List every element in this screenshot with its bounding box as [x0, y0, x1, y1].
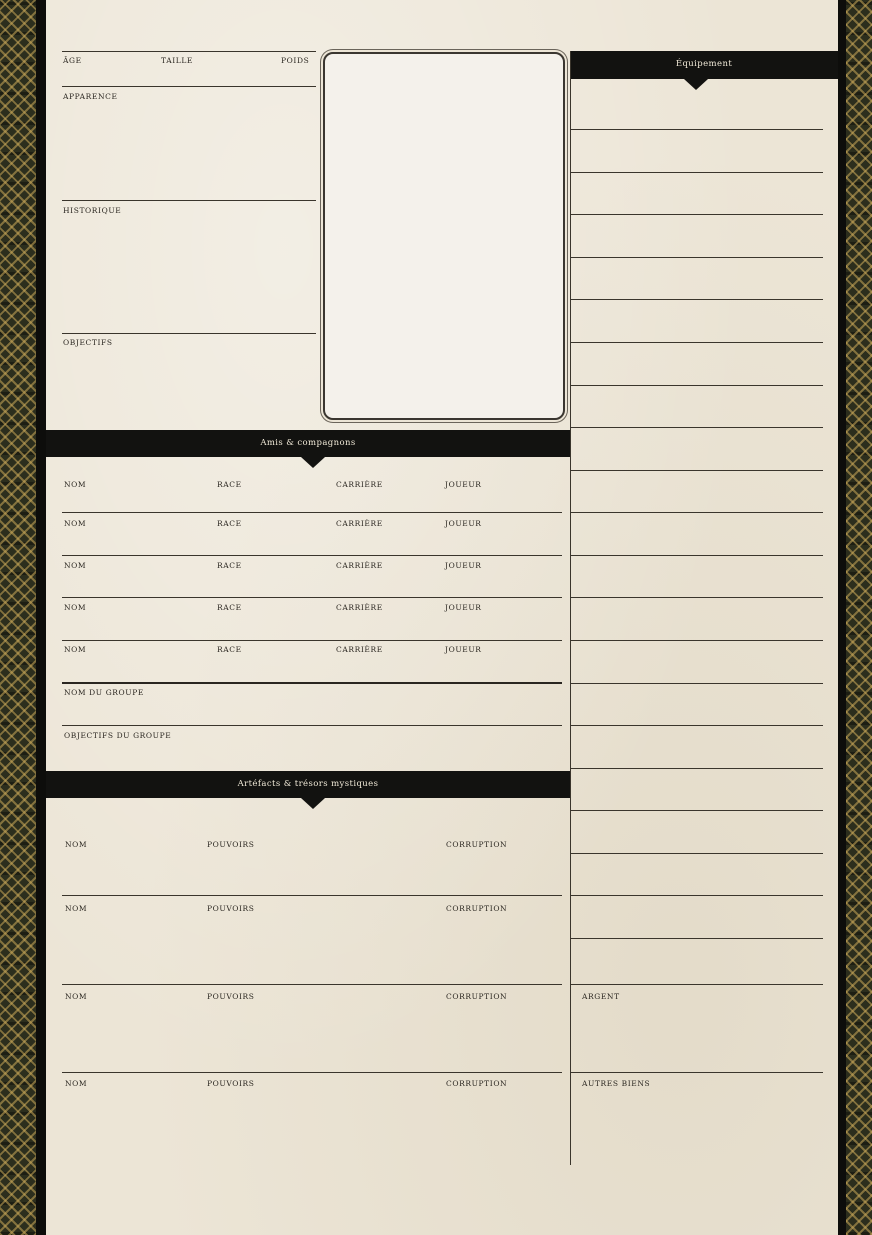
artefact-corruption-label: Corruption — [446, 840, 508, 849]
objectifs-groupe-label: Objectifs du groupe — [64, 731, 172, 740]
age-label: Âge — [63, 56, 82, 65]
compagnon-nom-label: Nom — [64, 561, 87, 570]
artefact-corruption-label: Corruption — [446, 904, 508, 913]
divider — [62, 512, 562, 513]
equipement-line — [571, 129, 823, 130]
artefact-corruption-label: Corruption — [446, 1079, 508, 1088]
compagnon-nom-label: Nom — [64, 519, 87, 528]
equipement-line — [571, 768, 823, 769]
compagnon-joueur-label: Joueur — [445, 603, 482, 612]
compagnon-nom-label: Nom — [64, 645, 87, 654]
divider — [62, 555, 562, 556]
divider — [62, 640, 562, 641]
amis-banner: Amis & compagnons — [46, 430, 570, 457]
nom-groupe-label: Nom du groupe — [64, 688, 144, 697]
compagnon-race-label: Race — [217, 480, 242, 489]
decorative-border-right — [846, 0, 872, 1235]
divider — [62, 1072, 562, 1073]
compagnon-race-label: Race — [217, 603, 242, 612]
compagnon-nom-label: Nom — [64, 603, 87, 612]
decorative-border-left — [0, 0, 36, 1235]
artefact-nom-label: Nom — [65, 992, 88, 1001]
artefact-nom-label: Nom — [65, 840, 88, 849]
equipement-title: Équipement — [675, 59, 733, 69]
divider — [62, 333, 316, 334]
compagnon-joueur-label: Joueur — [445, 519, 482, 528]
artefacts-banner: Artéfacts & trésors mystiques — [46, 771, 570, 798]
artefact-nom-label: Nom — [65, 904, 88, 913]
equipement-banner: Équipement — [570, 51, 838, 79]
equipement-line — [571, 214, 823, 215]
equipement-line — [571, 427, 823, 428]
historique-label: Historique — [63, 206, 122, 215]
divider — [62, 984, 562, 985]
taille-label: Taille — [161, 56, 194, 65]
equipement-line — [571, 984, 823, 985]
divider — [62, 597, 562, 598]
frame-left — [36, 0, 46, 1235]
autres-biens-label: Autres biens — [582, 1079, 651, 1088]
artefact-corruption-label: Corruption — [446, 992, 508, 1001]
compagnon-race-label: Race — [217, 561, 242, 570]
equipement-line — [571, 342, 823, 343]
amis-title: Amis & compagnons — [260, 438, 356, 448]
compagnon-carriere-label: Carrière — [336, 561, 383, 570]
artefact-pouvoirs-label: Pouvoirs — [207, 904, 255, 913]
compagnon-carriere-label: Carrière — [336, 480, 383, 489]
poids-label: Poids — [281, 56, 310, 65]
divider — [62, 86, 316, 87]
equipement-line — [571, 470, 823, 471]
frame-right — [838, 0, 846, 1235]
portrait-frame[interactable] — [323, 52, 565, 420]
equipement-line — [571, 257, 823, 258]
equipement-line — [571, 512, 823, 513]
equipement-line — [571, 385, 823, 386]
equipement-line — [571, 853, 823, 854]
objectifs-label: Objectifs — [63, 338, 113, 347]
compagnon-joueur-label: Joueur — [445, 645, 482, 654]
banner-notch — [301, 798, 325, 809]
equipement-line — [571, 597, 823, 598]
compagnon-race-label: Race — [217, 645, 242, 654]
compagnon-carriere-label: Carrière — [336, 603, 383, 612]
equipement-line — [571, 725, 823, 726]
compagnon-carriere-label: Carrière — [336, 519, 383, 528]
divider — [62, 200, 316, 201]
argent-label: Argent — [582, 992, 620, 1001]
compagnon-carriere-label: Carrière — [336, 645, 383, 654]
column-divider — [570, 51, 571, 1165]
artefact-pouvoirs-label: Pouvoirs — [207, 840, 255, 849]
equipement-line — [571, 1072, 823, 1073]
compagnon-joueur-label: Joueur — [445, 480, 482, 489]
compagnon-nom-label: Nom — [64, 480, 87, 489]
equipement-line — [571, 555, 823, 556]
compagnon-race-label: Race — [217, 519, 242, 528]
artefact-nom-label: Nom — [65, 1079, 88, 1088]
divider — [62, 682, 562, 684]
artefacts-title: Artéfacts & trésors mystiques — [237, 779, 379, 789]
equipement-line — [571, 640, 823, 641]
equipement-line — [571, 172, 823, 173]
equipement-line — [571, 683, 823, 684]
equipement-line — [571, 895, 823, 896]
equipement-line — [571, 938, 823, 939]
compagnon-joueur-label: Joueur — [445, 561, 482, 570]
divider — [62, 51, 316, 52]
equipement-line — [571, 299, 823, 300]
artefact-pouvoirs-label: Pouvoirs — [207, 992, 255, 1001]
apparence-label: Apparence — [63, 92, 118, 101]
divider — [62, 725, 562, 726]
divider — [62, 895, 562, 896]
banner-notch — [301, 457, 325, 468]
artefact-pouvoirs-label: Pouvoirs — [207, 1079, 255, 1088]
banner-notch — [684, 79, 708, 90]
equipement-line — [571, 810, 823, 811]
